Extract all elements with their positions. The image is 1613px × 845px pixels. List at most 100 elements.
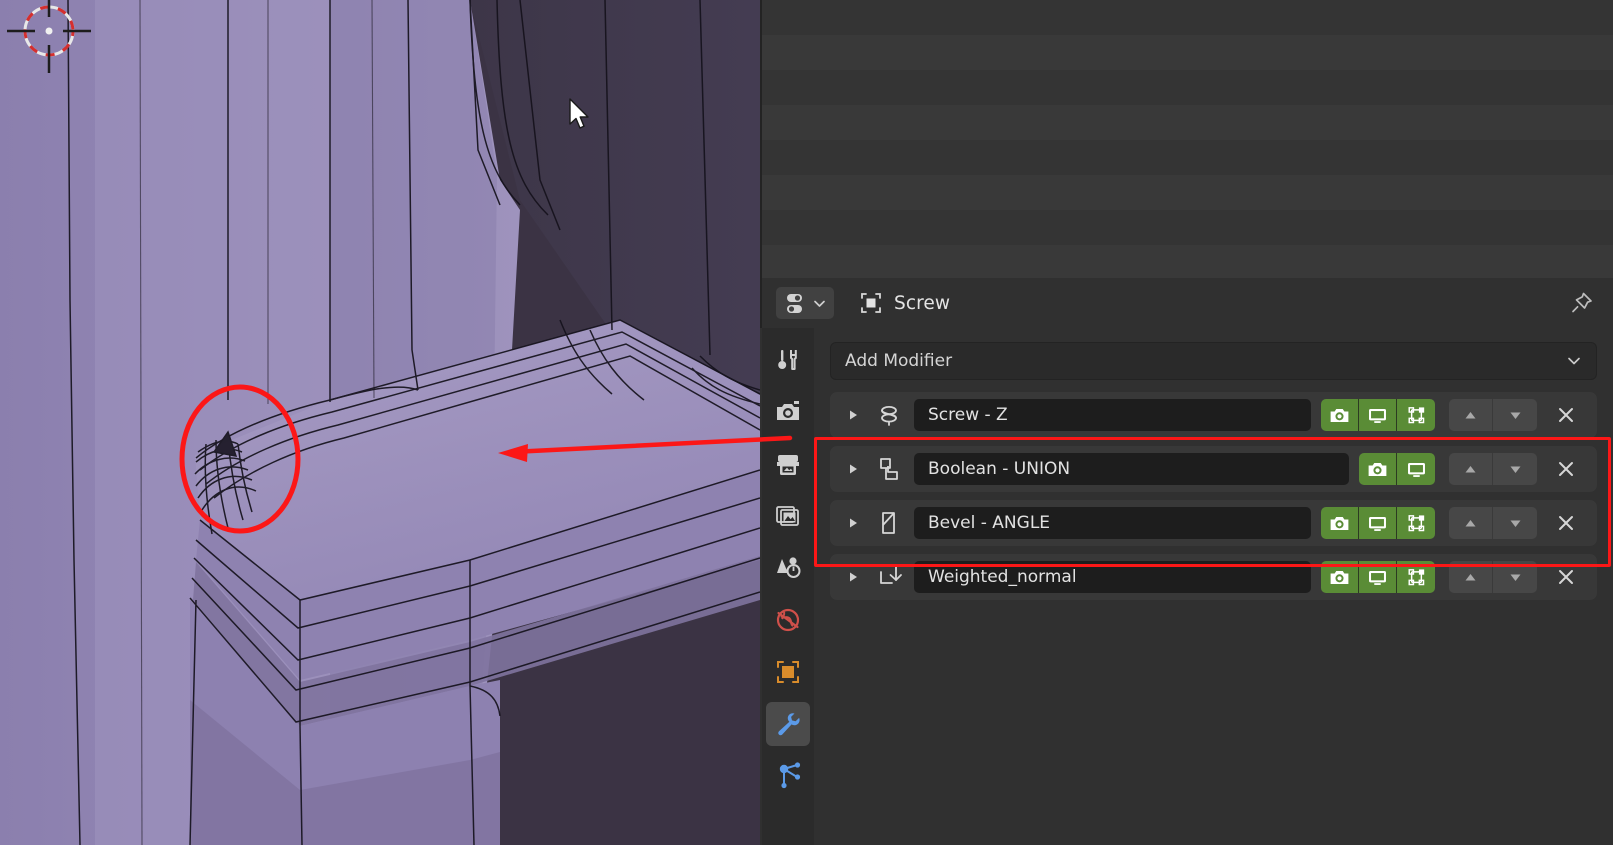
toggle-render[interactable] — [1321, 507, 1359, 539]
monitor-icon — [1369, 570, 1386, 585]
delete-modifier-button[interactable] — [1545, 453, 1587, 485]
modifier-name-field[interactable]: Boolean - UNION — [914, 453, 1349, 485]
move-down-button[interactable] — [1493, 453, 1537, 485]
delete-modifier-button[interactable] — [1545, 399, 1587, 431]
modifier-screw-icon — [872, 400, 906, 430]
viewport-render — [0, 0, 760, 845]
properties-editor-icon — [787, 294, 802, 313]
sidebar-item-particles[interactable] — [766, 754, 810, 798]
add-modifier-button[interactable]: Add Modifier — [830, 342, 1597, 380]
delete-modifier-button[interactable] — [1545, 507, 1587, 539]
expand-toggle[interactable] — [844, 568, 862, 586]
world-icon — [776, 608, 800, 632]
modifier-bevel-icon — [872, 508, 906, 538]
move-up-button[interactable] — [1449, 561, 1493, 593]
3d-viewport[interactable] — [0, 0, 760, 845]
properties-header: Screw — [760, 278, 1613, 328]
move-up-button[interactable] — [1449, 507, 1493, 539]
sidebar-item-view-layer[interactable] — [766, 494, 810, 538]
triangle-up-icon — [1465, 411, 1476, 418]
toggle-render[interactable] — [1321, 561, 1359, 593]
scene-icon — [777, 557, 801, 578]
properties-body: Add Modifier Screw - Z Boolean - UNION B… — [814, 328, 1613, 845]
sidebar-item-scene[interactable] — [766, 546, 810, 590]
expand-toggle[interactable] — [844, 460, 862, 478]
triangle-right-icon — [850, 518, 857, 528]
object-icon — [777, 661, 799, 683]
chevron-down-icon — [1568, 357, 1580, 365]
move-up-button[interactable] — [1449, 453, 1493, 485]
sidebar-item-object[interactable] — [766, 650, 810, 694]
move-down-button[interactable] — [1493, 561, 1537, 593]
sidebar-item-tool[interactable] — [766, 338, 810, 382]
printer-icon — [777, 455, 799, 475]
properties-tab-column — [762, 328, 814, 845]
sidebar-item-output[interactable] — [766, 442, 810, 486]
camera-icon — [1330, 516, 1349, 530]
toggle-realtime[interactable] — [1359, 399, 1397, 431]
move-up-button[interactable] — [1449, 399, 1493, 431]
triangle-up-icon — [1465, 519, 1476, 526]
toggle-editmode[interactable] — [1397, 561, 1435, 593]
triangle-down-icon — [1510, 466, 1520, 473]
images-icon — [776, 506, 799, 526]
monitor-icon — [1407, 462, 1425, 477]
toggle-render[interactable] — [1359, 453, 1397, 485]
add-modifier-label: Add Modifier — [845, 351, 953, 371]
outliner-row — [762, 0, 1613, 35]
close-x-icon — [1559, 408, 1573, 422]
editmode-icon — [1408, 568, 1424, 585]
modifier-move-buttons — [1449, 399, 1537, 431]
outliner-row — [762, 175, 1613, 210]
modifier-name-field[interactable]: Bevel - ANGLE — [914, 507, 1311, 539]
delete-modifier-button[interactable] — [1545, 561, 1587, 593]
triangle-down-icon — [1510, 574, 1520, 581]
breadcrumb: Screw — [858, 290, 950, 316]
properties-editor: Screw Add Modifier Screw - Z Boolean - U… — [760, 0, 1613, 845]
modifier-display-toggles — [1321, 507, 1435, 539]
close-x-icon — [1559, 462, 1573, 476]
outliner-row — [762, 210, 1613, 245]
modifier-move-buttons — [1449, 507, 1537, 539]
move-down-button[interactable] — [1493, 399, 1537, 431]
modifier-display-toggles — [1359, 453, 1435, 485]
editor-type-selector[interactable] — [776, 287, 834, 319]
move-down-button[interactable] — [1493, 507, 1537, 539]
sidebar-item-modifiers[interactable] — [766, 702, 810, 746]
outliner-row — [762, 245, 1613, 280]
toggle-render[interactable] — [1321, 399, 1359, 431]
toggle-realtime[interactable] — [1397, 453, 1435, 485]
toggle-realtime[interactable] — [1359, 507, 1397, 539]
outliner-region[interactable] — [760, 0, 1613, 280]
chevron-down-icon — [814, 300, 825, 307]
modifier-row[interactable]: Screw - Z — [830, 392, 1597, 438]
expand-toggle[interactable] — [844, 514, 862, 532]
outliner-row — [762, 35, 1613, 70]
editmode-icon — [1408, 514, 1424, 531]
modifier-row[interactable]: Boolean - UNION — [830, 446, 1597, 492]
toggle-editmode[interactable] — [1397, 399, 1435, 431]
triangle-up-icon — [1465, 465, 1476, 472]
pin-button[interactable] — [1565, 287, 1599, 319]
triangle-up-icon — [1465, 573, 1476, 580]
page-title: Screw — [894, 292, 951, 314]
toggle-realtime[interactable] — [1359, 561, 1397, 593]
triangle-down-icon — [1510, 412, 1520, 419]
monitor-icon — [1369, 516, 1386, 531]
camera-icon — [777, 401, 799, 420]
expand-toggle[interactable] — [844, 406, 862, 424]
triangle-right-icon — [850, 410, 857, 420]
triangle-right-icon — [850, 464, 857, 474]
triangle-right-icon — [850, 572, 857, 582]
blender-window: Screw Add Modifier Screw - Z Boolean - U… — [0, 0, 1613, 845]
sidebar-item-render[interactable] — [766, 390, 810, 434]
close-x-icon — [1559, 516, 1573, 530]
modifier-row[interactable]: Bevel - ANGLE — [830, 500, 1597, 546]
modifier-name-field[interactable]: Screw - Z — [914, 399, 1311, 431]
modifier-move-buttons — [1449, 561, 1537, 593]
modifier-display-toggles — [1321, 399, 1435, 431]
modifier-name-field[interactable]: Weighted_normal — [914, 561, 1311, 593]
toggle-editmode[interactable] — [1397, 507, 1435, 539]
modifier-row[interactable]: Weighted_normal — [830, 554, 1597, 600]
sidebar-item-world[interactable] — [766, 598, 810, 642]
